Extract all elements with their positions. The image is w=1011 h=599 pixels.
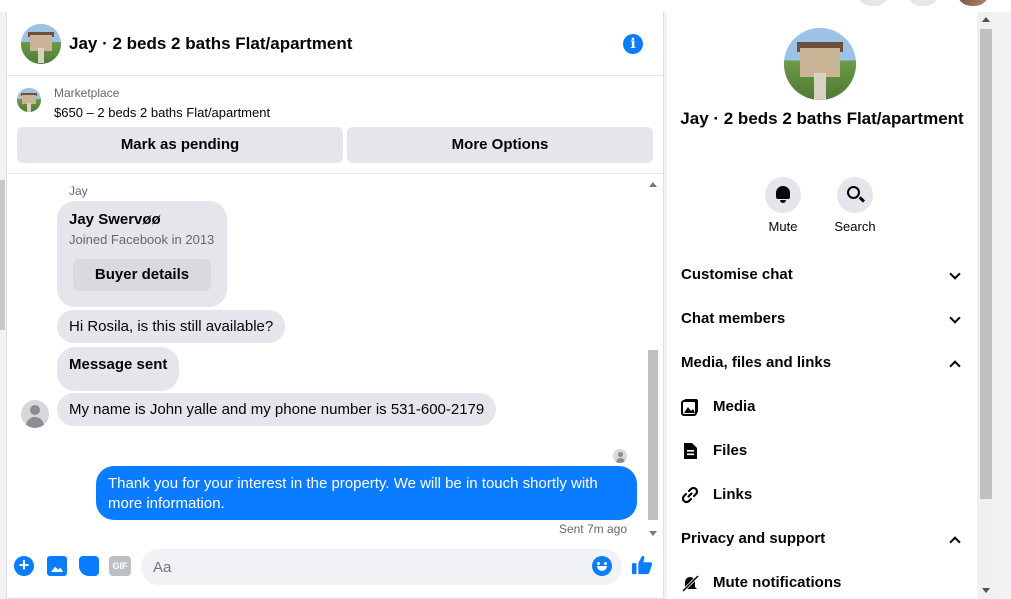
chat-header: Jay · 2 beds 2 baths Flat/apartment i [7, 12, 663, 76]
scroll-up-arrow-icon[interactable] [982, 17, 990, 22]
media-label: Media [713, 398, 756, 415]
menu-icon[interactable] [857, 0, 889, 6]
section-chat-members[interactable]: Chat members [681, 310, 963, 327]
buyer-joined: Joined Facebook in 2013 [69, 232, 215, 247]
search-label: Search [834, 219, 876, 234]
mark-as-pending-button[interactable]: Mark as pending [17, 127, 343, 163]
section-media-files-links[interactable]: Media, files and links [681, 354, 963, 372]
chevron-up-icon [949, 360, 961, 372]
listing-thumbnail[interactable] [17, 88, 41, 112]
buyer-profile-card: Jay Swervøø Joined Facebook in 2013 Buye… [57, 201, 227, 307]
plus-icon[interactable]: + [14, 556, 34, 576]
notifications-icon[interactable] [907, 0, 939, 6]
thumbs-up-icon[interactable] [631, 554, 653, 576]
sticker-icon[interactable] [79, 556, 99, 576]
search-icon [847, 186, 860, 199]
mute-notifications-label: Mute notifications [713, 574, 842, 591]
scroll-down-arrow-icon[interactable] [649, 531, 657, 536]
info-panel-scrollbar[interactable] [978, 12, 994, 599]
emoji-icon[interactable] [592, 556, 612, 576]
chevron-down-icon [949, 268, 961, 280]
chat-info-panel: Jay · 2 beds 2 baths Flat/apartment Mute… [667, 12, 977, 599]
incoming-message[interactable]: Message sent [57, 347, 180, 391]
listing-avatar[interactable] [21, 23, 61, 64]
search-button[interactable]: Search [825, 177, 885, 234]
section-label: Privacy and support [681, 530, 826, 547]
listing-title[interactable]: $650 – 2 beds 2 baths Flat/apartment [54, 105, 270, 120]
files-label: Files [713, 442, 748, 459]
bell-off-icon [681, 574, 699, 592]
incoming-message[interactable]: Hi Rosila, is this still available? [57, 310, 286, 343]
section-label: Chat members [681, 310, 786, 327]
link-icon [681, 486, 699, 504]
seen-indicator-avatar [613, 449, 627, 463]
scroll-thumb[interactable] [648, 350, 658, 520]
top-bar [0, 0, 1011, 12]
sender-avatar[interactable] [21, 400, 49, 428]
marketplace-label: Marketplace [54, 86, 120, 100]
scroll-down-arrow-icon[interactable] [982, 588, 990, 593]
incoming-message[interactable]: My name is John yalle and my phone numbe… [57, 393, 497, 426]
more-options-button[interactable]: More Options [347, 127, 653, 163]
scroll-thumb[interactable] [980, 29, 992, 499]
attach-image-icon[interactable] [47, 556, 67, 576]
listing-avatar-large[interactable] [784, 28, 856, 100]
marketplace-listing-box: Marketplace $650 – 2 beds 2 baths Flat/a… [7, 76, 663, 174]
top-nav-icons [857, 0, 989, 6]
chat-title[interactable]: Jay · 2 beds 2 baths Flat/apartment [69, 34, 352, 54]
chevron-up-icon [949, 536, 961, 548]
message-composer: + GIF [7, 538, 663, 599]
chevron-down-icon [949, 312, 961, 324]
chat-window: Jay · 2 beds 2 baths Flat/apartment i Ma… [6, 12, 664, 599]
file-icon [684, 443, 697, 459]
buyer-name: Jay Swervøø [69, 211, 161, 228]
sent-timestamp: Sent 7m ago [558, 522, 627, 536]
section-label: Customise chat [681, 266, 793, 283]
message-input[interactable] [141, 549, 622, 585]
mute-label: Mute [768, 219, 798, 234]
section-customise-chat[interactable]: Customise chat [681, 266, 963, 283]
links-label: Links [713, 486, 753, 503]
profile-avatar[interactable] [957, 0, 989, 6]
gif-icon[interactable]: GIF [109, 556, 131, 576]
info-panel-title: Jay · 2 beds 2 baths Flat/apartment [680, 109, 964, 128]
message-thread: Jay Jay Swervøø Joined Facebook in 2013 … [7, 174, 663, 538]
sender-name: Jay [69, 184, 88, 198]
buyer-details-button[interactable]: Buyer details [73, 259, 211, 291]
messages-scrollbar[interactable] [647, 180, 659, 538]
info-icon[interactable]: i [623, 34, 643, 54]
scroll-up-arrow-icon[interactable] [649, 182, 657, 187]
section-label: Media, files and links [681, 354, 832, 371]
bell-icon [776, 186, 790, 203]
left-scrollbar[interactable] [0, 180, 5, 330]
outgoing-message[interactable]: Thank you for your interest in the prope… [96, 466, 637, 520]
mute-button[interactable]: Mute [753, 177, 813, 234]
section-privacy-support[interactable]: Privacy and support [681, 530, 963, 548]
media-icon [681, 399, 698, 416]
